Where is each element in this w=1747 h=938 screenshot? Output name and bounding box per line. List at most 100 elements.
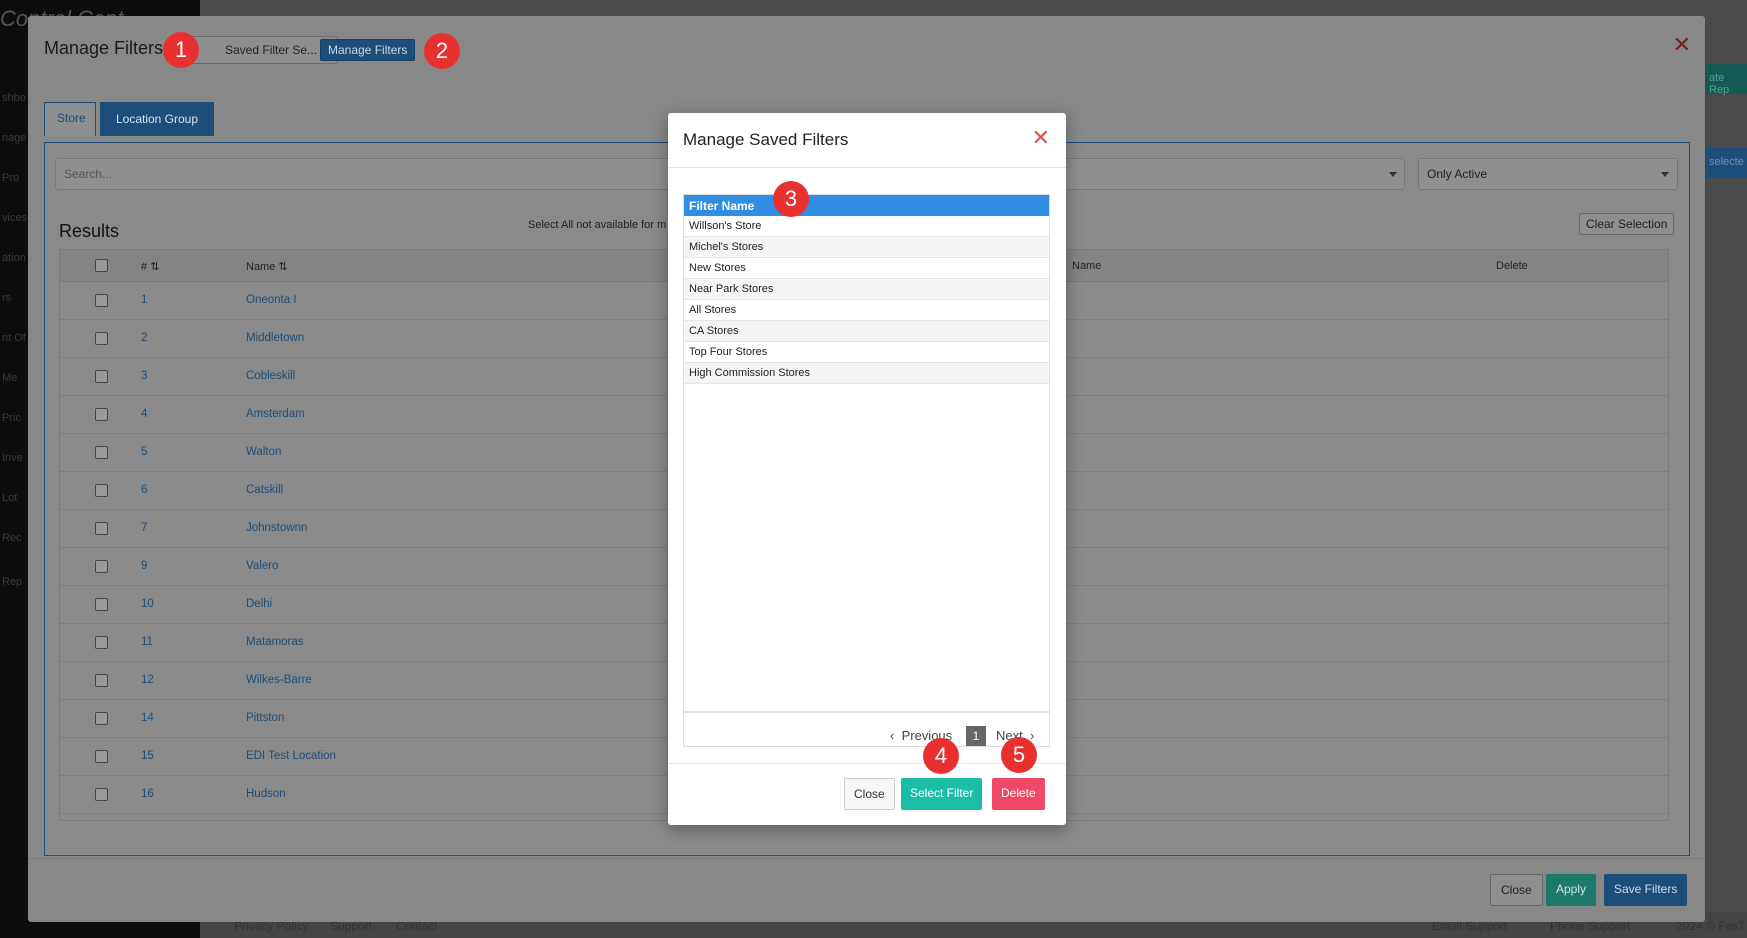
row-checkbox[interactable] — [95, 294, 108, 307]
list-item[interactable]: Michel's Stores — [684, 237, 1049, 258]
row-checkbox[interactable] — [95, 446, 108, 459]
results-title: Results — [59, 221, 120, 241]
saved-filter-select[interactable]: Saved Filter Se... — [190, 36, 338, 64]
page-number[interactable]: 1 — [966, 726, 986, 746]
row-number-link[interactable]: 9 — [141, 560, 147, 572]
modal-footer-divider — [28, 858, 1705, 859]
step-badge-2: 2 — [424, 33, 460, 69]
bg-nav-item: Rep — [2, 576, 23, 588]
saved-filters-grid: Filter Name Willson's Store Michel's Sto… — [683, 194, 1050, 747]
bg-nav-item: shbo — [2, 92, 26, 104]
row-number-link[interactable]: 11 — [141, 636, 153, 648]
close-button[interactable]: Close — [1490, 874, 1543, 906]
list-item[interactable]: All Stores — [684, 300, 1049, 321]
bg-tile-selected: selecte — [1705, 148, 1747, 178]
row-checkbox[interactable] — [95, 560, 108, 573]
status-select[interactable]: Only Active — [1418, 158, 1678, 190]
bg-nav-item: vices — [2, 212, 28, 224]
row-name-link[interactable]: Cobleskill — [246, 370, 295, 382]
row-checkbox[interactable] — [95, 332, 108, 345]
row-number-link[interactable]: 4 — [141, 408, 147, 420]
row-name-link[interactable]: Walton — [246, 446, 281, 458]
row-number-link[interactable]: 5 — [141, 446, 147, 458]
row-checkbox[interactable] — [95, 712, 108, 725]
bg-nav-item: Inve — [2, 452, 23, 464]
column-header-label: Name — [246, 261, 276, 273]
row-number-link[interactable]: 15 — [141, 750, 154, 762]
row-checkbox[interactable] — [95, 408, 108, 421]
bg-nav-item: rs — [2, 292, 12, 304]
row-name-link[interactable]: EDI Test Location — [246, 750, 336, 762]
row-checkbox[interactable] — [95, 750, 108, 763]
row-number-link[interactable]: 1 — [141, 294, 147, 306]
list-item[interactable]: Near Park Stores — [684, 279, 1049, 300]
row-name-link[interactable]: Valero — [246, 560, 278, 572]
list-item[interactable]: CA Stores — [684, 321, 1049, 342]
status-select-value: Only Active — [1427, 167, 1488, 181]
row-checkbox[interactable] — [95, 522, 108, 535]
row-name-link[interactable]: Matamoras — [246, 636, 304, 648]
step-badge-3: 3 — [773, 181, 809, 217]
close-icon[interactable]: ✕ — [1032, 125, 1050, 151]
bg-nav-item: ation — [2, 252, 26, 264]
saved-filters-title: Manage Saved Filters — [683, 130, 849, 149]
manage-saved-filters-modal: Manage Saved Filters ✕ Filter Name Wills… — [668, 113, 1066, 825]
chevron-down-icon — [1661, 172, 1669, 177]
bg-nav-item: Pric — [2, 412, 21, 424]
column-header-number[interactable]: # ⇅ — [141, 260, 159, 273]
list-item[interactable]: Top Four Stores — [684, 342, 1049, 363]
step-badge-1: 1 — [163, 32, 199, 68]
bg-tile-report: ate Rep — [1705, 64, 1747, 96]
sort-icon: ⇅ — [150, 261, 160, 273]
select-filter-button[interactable]: Select Filter — [901, 778, 983, 810]
row-checkbox[interactable] — [95, 598, 108, 611]
row-checkbox[interactable] — [95, 370, 108, 383]
column-header-filter-name[interactable]: Filter Name — [684, 195, 1049, 216]
row-number-link[interactable]: 2 — [141, 332, 147, 344]
select-all-note: Select All not available for m — [528, 219, 667, 231]
bg-nav-item: Lot — [2, 492, 18, 504]
row-checkbox[interactable] — [95, 636, 108, 649]
row-number-link[interactable]: 6 — [141, 484, 147, 496]
row-name-link[interactable]: Middletown — [246, 332, 304, 344]
close-icon[interactable]: ✕ — [1673, 32, 1691, 58]
tab-store[interactable]: Store — [44, 102, 96, 136]
apply-button[interactable]: Apply — [1546, 874, 1597, 906]
row-number-link[interactable]: 16 — [141, 788, 154, 800]
row-checkbox[interactable] — [95, 674, 108, 687]
chevron-left-icon: ‹ — [890, 728, 895, 743]
delete-button[interactable]: Delete — [992, 778, 1045, 810]
row-name-link[interactable]: Pittston — [246, 712, 284, 724]
list-item[interactable]: New Stores — [684, 258, 1049, 279]
row-name-link[interactable]: Wilkes-Barre — [246, 674, 312, 686]
row-name-link[interactable]: Johnstownn — [246, 522, 307, 534]
manage-filters-button[interactable]: Manage Filters — [320, 39, 416, 61]
save-filters-button[interactable]: Save Filters — [1604, 874, 1688, 906]
row-name-link[interactable]: Oneonta I — [246, 294, 297, 306]
row-number-link[interactable]: 12 — [141, 674, 154, 686]
row-number-link[interactable]: 3 — [141, 370, 147, 382]
close-button[interactable]: Close — [844, 778, 895, 810]
row-checkbox[interactable] — [95, 484, 108, 497]
row-checkbox[interactable] — [95, 788, 108, 801]
column-header-name[interactable]: Name ⇅ — [246, 260, 288, 273]
clear-selection-button[interactable]: Clear Selection — [1579, 213, 1675, 235]
bg-nav-item: nage — [2, 132, 27, 144]
step-badge-4: 4 — [923, 738, 959, 774]
bg-nav-item: Rec — [2, 532, 22, 544]
list-item[interactable]: High Commission Stores — [684, 363, 1049, 384]
row-name-link[interactable]: Delhi — [246, 598, 272, 610]
row-name-link[interactable]: Amsterdam — [246, 408, 305, 420]
list-item[interactable]: Willson's Store — [684, 216, 1049, 237]
select-all-checkbox[interactable] — [95, 259, 108, 272]
column-header-label: # — [141, 261, 148, 273]
row-name-link[interactable]: Catskill — [246, 484, 283, 496]
row-name-link[interactable]: Hudson — [246, 788, 286, 800]
row-number-link[interactable]: 7 — [141, 522, 147, 534]
step-badge-5: 5 — [1001, 737, 1037, 773]
row-number-link[interactable]: 10 — [141, 598, 154, 610]
row-number-link[interactable]: 14 — [141, 712, 154, 724]
modal-title: Manage Filters — [44, 38, 164, 58]
tab-location-group[interactable]: Location Group — [100, 102, 214, 136]
column-header-selected-name: Name — [1072, 260, 1102, 272]
